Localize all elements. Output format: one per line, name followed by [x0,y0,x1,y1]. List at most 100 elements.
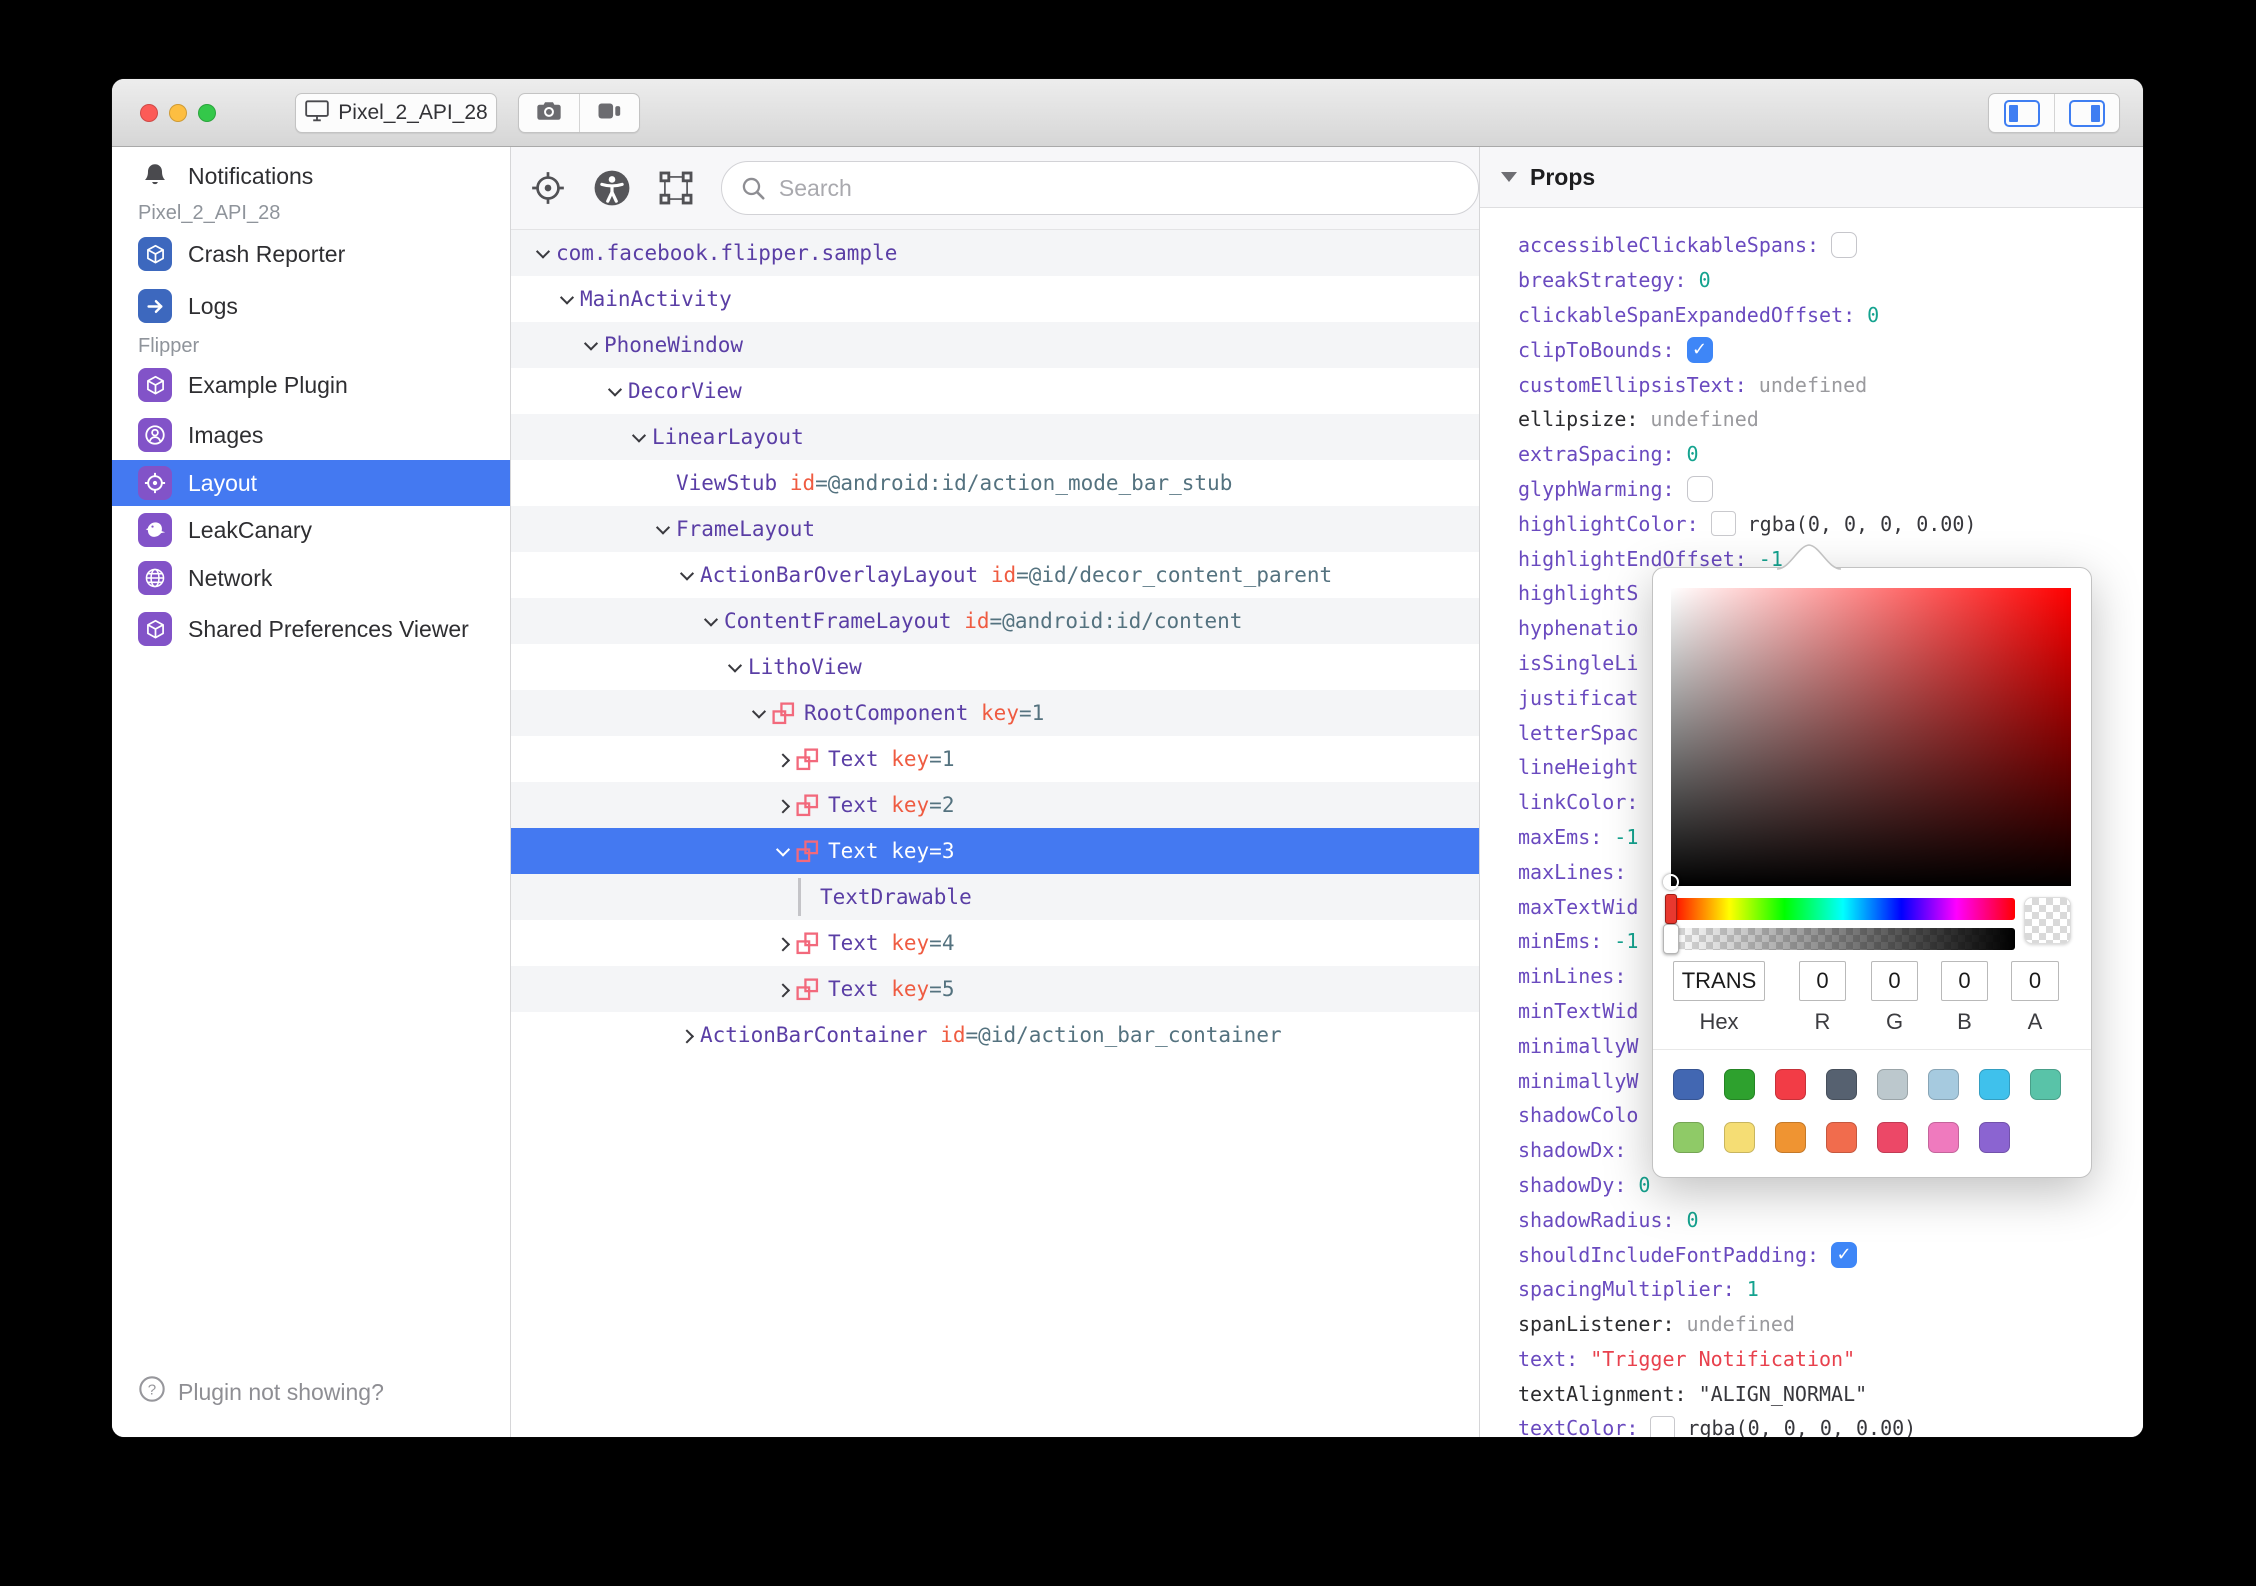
chevron-down-icon[interactable] [602,382,628,397]
search-icon [742,177,765,200]
hex-label: Hex [1699,1009,1739,1034]
chevron-down-icon[interactable] [674,566,700,581]
preset-color-8b64d1[interactable] [1979,1122,2010,1153]
preset-color-ef7abe[interactable] [1928,1122,1959,1153]
tree-row-phonewindow[interactable]: PhoneWindow [511,322,1479,368]
accessibility-mode-button[interactable] [593,169,631,207]
preset-color-f5dd74[interactable] [1724,1122,1755,1153]
close-window-button[interactable] [140,104,158,122]
sidebar-item-example-plugin[interactable]: Example Plugin [112,363,510,407]
toggle-left-sidebar-button[interactable] [1989,94,2054,132]
hex-input[interactable] [1673,961,1765,1001]
hue-slider[interactable] [1671,898,2015,920]
preset-color-566170[interactable] [1826,1069,1857,1100]
chevron-down-icon[interactable] [554,290,580,305]
preset-color-f16c4d[interactable] [1826,1122,1857,1153]
search-field[interactable] [720,161,1479,215]
preset-color-ec4867[interactable] [1877,1122,1908,1153]
red-input[interactable] [1799,961,1846,1001]
sidebar-item-network[interactable]: Network [112,556,510,600]
preset-color-a6cadf[interactable] [1928,1069,1959,1100]
preset-color-8fca67[interactable] [1673,1122,1704,1153]
checkbox-unchecked[interactable] [1686,475,1713,502]
preset-color-3fc1ec[interactable] [1979,1069,2010,1100]
tree-row-decorview[interactable]: DecorView [511,368,1479,414]
chevron-down-icon[interactable] [770,842,796,857]
checkbox-checked[interactable]: ✓ [1686,336,1713,363]
chevron-down-icon[interactable] [698,612,724,627]
blue-input[interactable] [1941,961,1988,1001]
sidebar-item-images[interactable]: Images [112,413,510,457]
preset-color-f23c46[interactable] [1775,1069,1806,1100]
tree-row-viewstub-android-id-action-mode-bar-stub[interactable]: ViewStub id =@android:id/action_mode_bar_… [511,460,1479,506]
checkbox-unchecked[interactable] [1831,232,1858,259]
chevron-right-icon[interactable] [674,1029,700,1044]
tree-row-rootcomponent-1[interactable]: RootComponent key =1 [511,690,1479,736]
chevron-right-icon[interactable] [770,799,796,814]
tree-row-actionbaroverlaylayout-id-decor-content-parent[interactable]: ActionBarOverlayLayout id =@id/decor_cont… [511,552,1479,598]
screen-record-button[interactable] [578,94,639,132]
select-element-button[interactable] [657,169,695,207]
preset-color-2ea12e[interactable] [1724,1069,1755,1100]
prop-key: ellipsize: [1518,407,1639,432]
chevron-right-icon[interactable] [770,937,796,952]
checkbox-checked[interactable]: ✓ [1831,1241,1858,1268]
chevron-down-icon[interactable] [626,428,652,443]
chevron-down-icon[interactable] [530,244,556,259]
alpha-input[interactable] [2011,961,2059,1001]
sidebar-item-layout[interactable]: Layout [112,460,510,506]
chevron-right-icon[interactable] [770,753,796,768]
tree-row-text-4[interactable]: Text key =4 [511,920,1479,966]
prop-row-spacingmultiplier: spacingMultiplier: 1 [1518,1272,2143,1307]
tree-row-text-5[interactable]: Text key =5 [511,966,1479,1012]
chevron-right-icon[interactable] [770,983,796,998]
target-mode-button[interactable] [529,169,567,207]
alpha-slider-handle[interactable] [1663,924,1679,954]
color-swatch-button[interactable] [1710,511,1736,537]
tree-row-textdrawable[interactable]: TextDrawable [511,874,1479,920]
sidebar-item-notifications[interactable]: Notifications [112,156,510,196]
tree-row-framelayout[interactable]: FrameLayout [511,506,1479,552]
sidebar-item-shared-preferences-viewer[interactable]: Shared Preferences Viewer [112,607,510,651]
search-input[interactable] [778,174,1460,202]
plugin-not-showing-link[interactable]: ? Plugin not showing? [138,1375,384,1409]
prop-row-accessibleclickablespans: accessibleClickableSpans: [1518,228,2143,263]
preset-color-59c3a8[interactable] [2030,1069,2061,1100]
chevron-down-icon[interactable] [746,704,772,719]
hue-slider-handle[interactable] [1665,894,1677,924]
tree-row-com-facebook-flipper-sample[interactable]: com.facebook.flipper.sample [511,230,1479,276]
saturation-value-picker[interactable] [1671,588,2071,886]
tree-row-text-1[interactable]: Text key =1 [511,736,1479,782]
minimize-window-button[interactable] [169,104,187,122]
props-header[interactable]: Props [1480,147,2143,208]
tree-row-contentframelayout-android-id-content[interactable]: ContentFrameLayout id =@android:id/conten… [511,598,1479,644]
saturation-handle[interactable] [1663,874,1679,890]
toggle-right-sidebar-button[interactable] [2054,94,2119,132]
attribute-key: id [940,1023,966,1047]
tree-row-lithoview[interactable]: LithoView [511,644,1479,690]
tree-row-linearlayout[interactable]: LinearLayout [511,414,1479,460]
sidebar-item-crash-reporter[interactable]: Crash Reporter [112,232,510,276]
sidebar-item-leakcanary[interactable]: LeakCanary [112,508,510,552]
screenshot-button[interactable] [519,94,579,132]
tree-row-mainactivity[interactable]: MainActivity [511,276,1479,322]
chevron-down-icon[interactable] [650,520,676,535]
tree-row-actionbarcontainer-id-action-bar-container[interactable]: ActionBarContainer id =@id/action_bar_con… [511,1012,1479,1058]
preset-color-4267b2[interactable] [1673,1069,1704,1100]
preset-color-bcc8cd[interactable] [1877,1069,1908,1100]
sidebar-item-logs[interactable]: Logs [112,284,510,328]
tree-row-text-2[interactable]: Text key =2 [511,782,1479,828]
tree-row-text-3[interactable]: Text key =3 [511,828,1479,874]
device-selector-button[interactable]: Pixel_2_API_28 [295,93,497,133]
preset-color-ef9432[interactable] [1775,1122,1806,1153]
prop-key: text: [1518,1346,1579,1371]
attribute-value: =@id/decor_content_parent [1016,563,1333,587]
color-swatch-button[interactable] [1650,1415,1676,1437]
zoom-window-button[interactable] [198,104,216,122]
chevron-down-icon[interactable] [578,336,604,351]
chevron-down-icon[interactable] [722,658,748,673]
alpha-slider[interactable] [1671,928,2015,950]
cube-icon [138,237,172,271]
green-input[interactable] [1871,961,1918,1001]
element-name: LinearLayout [652,425,804,449]
